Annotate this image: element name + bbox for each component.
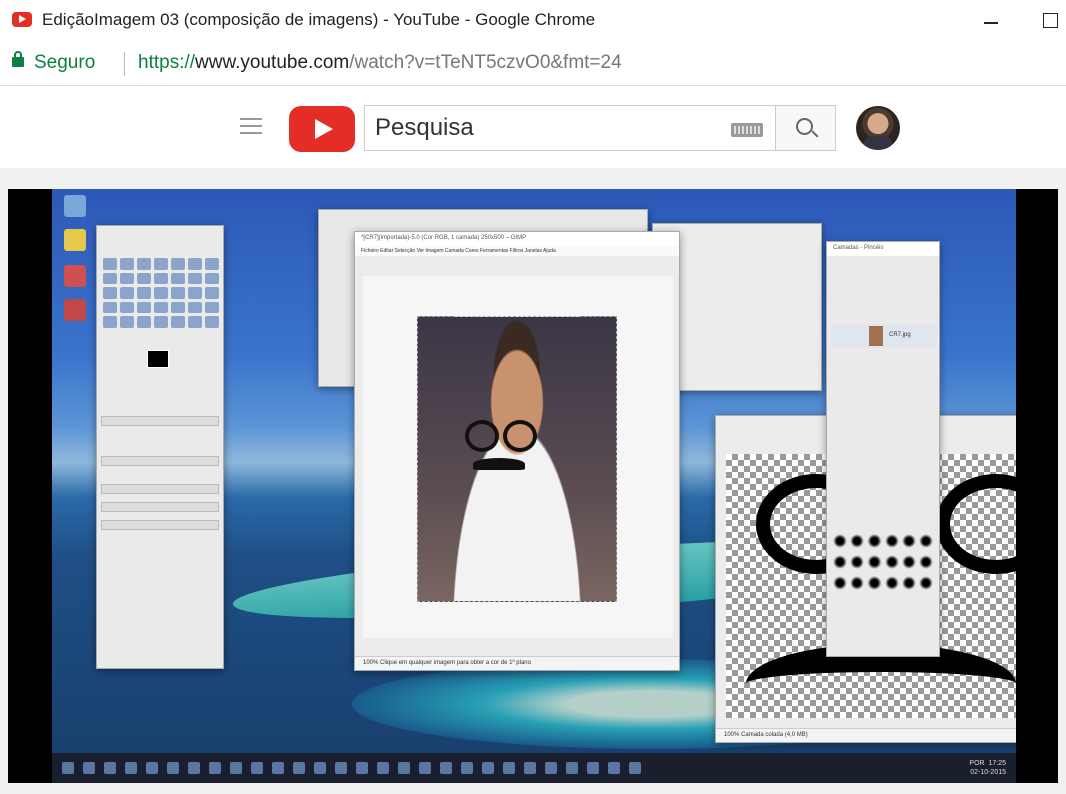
avatar[interactable] xyxy=(856,106,900,150)
maximize-button[interactable] xyxy=(1034,8,1064,32)
search-box xyxy=(364,105,776,151)
taskbar-icons xyxy=(62,762,641,774)
address-bar[interactable]: Seguro https://www.youtube.com/watch?v=t… xyxy=(0,40,1066,86)
gimp-status-bar: 100% Clique em qualquer imagem para obte… xyxy=(355,656,679,670)
gimp-window-title: *[CR7](importada)-5.0 (Cor RGB, 1 camada… xyxy=(355,232,679,246)
gimp-layers-dock: Camadas - Pincéis CR7.jpg xyxy=(826,241,940,657)
toolbox-option-row xyxy=(101,520,219,530)
tray-time: 17:25 xyxy=(988,760,1006,767)
layer-row xyxy=(831,324,937,348)
menu-icon[interactable] xyxy=(240,118,262,134)
transparent-status-text: Camada colada (4,0 MB) xyxy=(741,732,808,738)
tool-grid xyxy=(103,258,219,328)
gimp-toolbox-window xyxy=(96,225,224,669)
video-frame-desktop: *[CR7](importada)-5.0 (Cor RGB, 1 camada… xyxy=(52,189,1016,783)
youtube-favicon-icon xyxy=(12,12,32,27)
status-text: Clique em qualquer imagem para obter a c… xyxy=(380,660,531,666)
url-text[interactable]: https://www.youtube.com/watch?v=tTeNT5cz… xyxy=(138,52,622,74)
tray-date: 02-10-2015 xyxy=(970,769,1006,776)
desktop-icon xyxy=(64,229,86,251)
youtube-logo[interactable] xyxy=(289,106,355,152)
glasses-lens-right xyxy=(936,474,1016,574)
tray-language: POR xyxy=(969,760,985,767)
zoom-level: 100% xyxy=(363,660,379,666)
keyboard-icon[interactable] xyxy=(731,123,763,137)
transparent-status-bar: 100% Camada colada (4,0 MB) xyxy=(716,728,1016,742)
transparent-zoom: 100% xyxy=(724,732,740,738)
window-title: EdiçãoImagem 03 (composição de imagens) … xyxy=(42,10,596,29)
video-area: *[CR7](importada)-5.0 (Cor RGB, 1 camada… xyxy=(0,168,1066,794)
mustache-overlay xyxy=(473,458,525,470)
address-separator xyxy=(124,52,125,76)
gimp-menu-bar: Ficheiro Editar Selecção Ver Imagem Cama… xyxy=(355,246,679,256)
video-player[interactable]: *[CR7](importada)-5.0 (Cor RGB, 1 camada… xyxy=(8,189,1058,783)
windows-taskbar: POR 17:25 02-10-2015 xyxy=(52,753,1016,783)
url-path: /watch?v=tTeNT5czvO0&fmt=24 xyxy=(349,52,622,73)
security-label[interactable]: Seguro xyxy=(34,52,95,74)
desktop-icon xyxy=(64,265,86,287)
layer-name: CR7.jpg xyxy=(889,332,911,338)
toolbox-option-row xyxy=(101,456,219,466)
search-button[interactable] xyxy=(775,105,836,151)
desktop-icon xyxy=(64,195,86,217)
url-scheme: https:// xyxy=(138,52,196,73)
toolbox-option-row xyxy=(101,484,219,494)
url-host: www.youtube.com xyxy=(195,52,350,73)
gimp-image-window: *[CR7](importada)-5.0 (Cor RGB, 1 camada… xyxy=(354,231,680,671)
foreground-color-swatch xyxy=(147,350,169,368)
layers-dock-title: Camadas - Pincéis xyxy=(827,242,939,256)
system-tray: POR 17:25 02-10-2015 xyxy=(969,759,1006,777)
brush-grid xyxy=(833,532,933,592)
glasses-overlay xyxy=(459,420,539,452)
layer-thumbnail xyxy=(869,326,883,346)
youtube-header xyxy=(0,86,1066,168)
toolbox-option-row xyxy=(101,502,219,512)
minimize-button[interactable] xyxy=(976,8,1006,32)
title-bar: EdiçãoImagem 03 (composição de imagens) … xyxy=(0,0,1066,40)
desktop-icon xyxy=(64,299,86,321)
toolbox-option-row xyxy=(101,416,219,426)
search-input[interactable] xyxy=(375,114,715,142)
lock-icon xyxy=(12,51,24,67)
